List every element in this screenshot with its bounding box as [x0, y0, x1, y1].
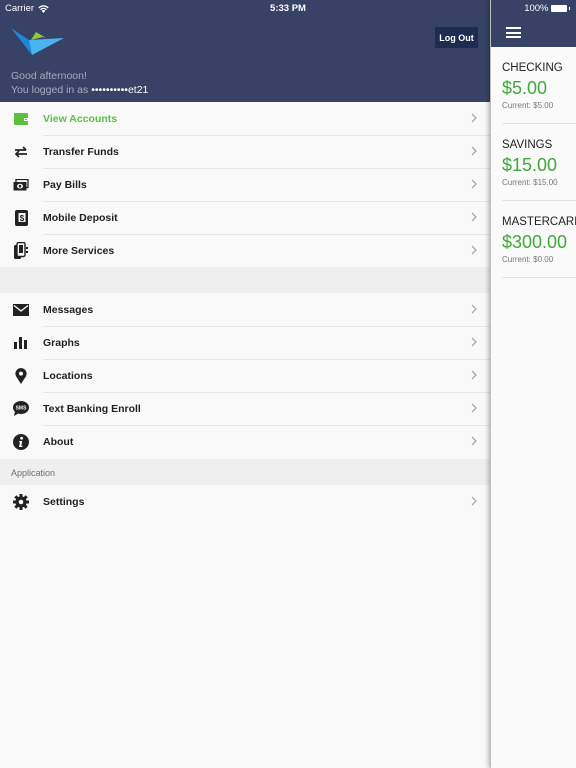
transfer-arrows-icon	[12, 143, 30, 160]
account-balance: $300.00	[502, 232, 568, 252]
accounts-list: CHECKING $5.00 Current: $5.00 SAVINGS $1…	[491, 47, 576, 278]
account-current-balance: Current: $0.00	[502, 255, 554, 264]
application-menu-list: Settings	[0, 485, 490, 518]
menu-item-transfer-funds[interactable]: Transfer Funds	[0, 135, 490, 168]
chevron-right-icon	[471, 179, 477, 189]
account-name: CHECKING	[502, 62, 563, 74]
menu-item-label: Transfer Funds	[43, 145, 119, 158]
section-title: Application	[11, 468, 56, 478]
chevron-right-icon	[471, 304, 477, 314]
side-menu: Log Out Good afternoon! You logged in as…	[0, 0, 490, 768]
battery-indicator: 100%	[524, 3, 570, 14]
primary-menu-list: View Accounts Transfer Funds Pay Bills $…	[0, 102, 490, 267]
menu-item-more-services[interactable]: More Services	[0, 234, 490, 267]
menu-item-label: Messages	[43, 303, 94, 316]
menu-item-label: About	[43, 435, 74, 448]
login-info: You logged in as ••••••••••et21	[11, 83, 148, 97]
menu-item-about[interactable]: About	[0, 425, 490, 458]
svg-text:SMS: SMS	[16, 406, 28, 412]
menu-item-label: Pay Bills	[43, 178, 87, 191]
account-current-balance: Current: $5.00	[502, 101, 554, 110]
menu-item-label: Text Banking Enroll	[43, 402, 141, 415]
clock: 5:33 PM	[270, 3, 306, 14]
menu-item-label: View Accounts	[43, 112, 118, 125]
logout-button[interactable]: Log Out	[435, 27, 478, 48]
chevron-right-icon	[471, 370, 477, 380]
secondary-menu-list: Messages Graphs Locations SMS Text Banki…	[0, 293, 490, 458]
menu-item-messages[interactable]: Messages	[0, 293, 490, 326]
account-current-balance: Current: $15.00	[502, 178, 558, 187]
menu-item-mobile-deposit[interactable]: $ Mobile Deposit	[0, 201, 490, 234]
account-card-checking[interactable]: CHECKING $5.00 Current: $5.00	[491, 47, 576, 124]
app-screen: Carrier 5:33 PM 100% Log Out Good aftern…	[0, 0, 576, 768]
chevron-right-icon	[471, 403, 477, 413]
cash-icon	[12, 176, 30, 193]
account-name: MASTERCARD	[502, 216, 576, 228]
wallet-icon	[12, 110, 30, 127]
chevron-right-icon	[471, 436, 477, 446]
account-card-savings[interactable]: SAVINGS $15.00 Current: $15.00	[491, 124, 576, 201]
chevron-right-icon	[471, 337, 477, 347]
section-spacer	[0, 267, 490, 293]
application-section-header: Application	[0, 459, 490, 485]
chevron-right-icon	[471, 146, 477, 156]
accounts-panel: CHECKING $5.00 Current: $5.00 SAVINGS $1…	[490, 0, 576, 768]
menu-item-locations[interactable]: Locations	[0, 359, 490, 392]
bar-chart-icon	[12, 334, 30, 351]
envelope-icon	[12, 301, 30, 318]
chevron-right-icon	[471, 496, 477, 506]
chevron-right-icon	[471, 245, 477, 255]
menu-item-label: Graphs	[43, 336, 80, 349]
status-bar: Carrier 5:33 PM 100%	[0, 0, 576, 16]
menu-item-graphs[interactable]: Graphs	[0, 326, 490, 359]
greeting-text: Good afternoon!	[11, 70, 87, 82]
greeting: Good afternoon! You logged in as •••••••…	[11, 69, 148, 97]
menu-item-settings[interactable]: Settings	[0, 485, 490, 518]
chevron-right-icon	[471, 212, 477, 222]
battery-percent: 100%	[524, 3, 549, 14]
menu-item-label: Mobile Deposit	[43, 211, 118, 224]
svg-text:$: $	[19, 214, 24, 223]
menu-item-view-accounts[interactable]: View Accounts	[0, 102, 490, 135]
account-card-mastercard[interactable]: MASTERCARD $300.00 Current: $0.00	[491, 201, 576, 278]
account-balance: $15.00	[502, 155, 558, 175]
sms-icon: SMS	[12, 400, 30, 417]
account-name: SAVINGS	[502, 139, 553, 151]
menu-item-label: More Services	[43, 244, 115, 257]
chevron-right-icon	[471, 113, 477, 123]
gear-icon	[12, 493, 30, 510]
menu-item-label: Settings	[43, 495, 85, 508]
masked-username: ••••••••••et21	[91, 84, 149, 96]
account-balance: $5.00	[502, 78, 548, 98]
map-pin-icon	[12, 367, 30, 384]
menu-item-label: Locations	[43, 369, 93, 382]
battery-icon	[550, 5, 567, 12]
bank-logo	[11, 28, 64, 55]
login-prefix: You logged in as	[11, 84, 89, 96]
mobile-services-icon	[12, 241, 30, 259]
hamburger-menu-icon[interactable]	[506, 27, 521, 38]
menu-item-pay-bills[interactable]: Pay Bills	[0, 168, 490, 201]
mobile-deposit-icon: $	[12, 209, 30, 226]
menu-item-text-banking[interactable]: SMS Text Banking Enroll	[0, 392, 490, 425]
info-icon	[12, 433, 30, 450]
